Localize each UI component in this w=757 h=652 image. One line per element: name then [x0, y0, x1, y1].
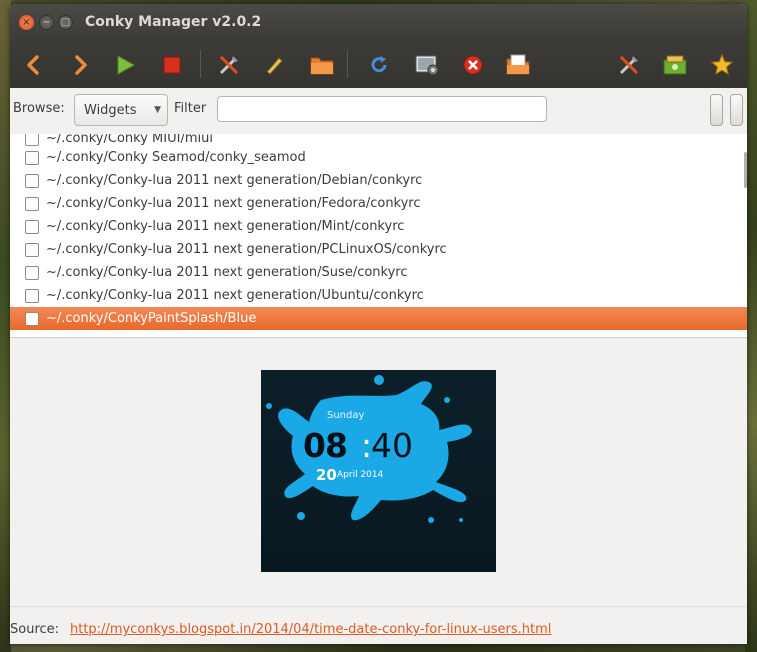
folder-import-icon — [506, 54, 530, 75]
list-item[interactable]: ~/.conky/Conky-lua 2011 next generation/… — [10, 261, 747, 284]
list-item[interactable]: ~/.conky/Conky-lua 2011 next generation/… — [10, 192, 747, 215]
chevron-left-icon — [27, 55, 39, 75]
clock-date: 20 — [316, 466, 337, 484]
maximize-icon: □ — [60, 16, 71, 28]
list-scrollbar[interactable] — [744, 152, 747, 188]
clock-hour: 08 — [303, 426, 348, 465]
list-item-label: ~/.conky/ConkyPaintSplash/Blue — [46, 311, 257, 326]
checkbox[interactable] — [25, 265, 39, 280]
minimize-icon: − — [42, 16, 51, 28]
widget-preview-image: Sunday 08 : 40 20 April 2014 — [261, 370, 496, 572]
source-label: Source: — [10, 622, 60, 637]
open-folder-button[interactable] — [309, 52, 335, 78]
tools-icon — [619, 55, 639, 75]
money-icon — [663, 55, 687, 75]
clock-month-year: April 2014 — [337, 470, 384, 480]
import-button[interactable] — [505, 52, 531, 78]
close-circle-icon — [463, 55, 483, 75]
title-bar[interactable]: × − □ Conky Manager v2.0.2 — [10, 4, 747, 40]
checkbox[interactable] — [25, 242, 39, 257]
clock-minute: 40 — [371, 426, 413, 465]
about-button[interactable] — [709, 52, 735, 78]
filter-label: Filter — [174, 101, 207, 116]
list-item[interactable]: ~/.conky/Conky-lua 2011 next generation/… — [10, 215, 747, 238]
app-window: × − □ Conky Manager v2.0.2 Browse: Widge… — [10, 4, 747, 644]
filter-input[interactable] — [217, 96, 547, 122]
chevron-right-icon — [75, 55, 87, 75]
play-icon — [117, 55, 136, 75]
star-icon — [710, 53, 734, 76]
checkbox[interactable] — [25, 196, 39, 211]
checkbox[interactable] — [25, 150, 39, 165]
list-item-label: ~/.conky/Conky-lua 2011 next generation/… — [46, 288, 424, 303]
window-title: Conky Manager v2.0.2 — [85, 14, 262, 30]
clock-day: Sunday — [327, 410, 365, 421]
start-button[interactable] — [112, 52, 138, 78]
list-item-selected[interactable]: ~/.conky/ConkyPaintSplash/Blue — [10, 307, 747, 330]
list-item[interactable]: ~/.conky/Conky-lua 2011 next generation/… — [10, 238, 747, 261]
source-bar: Source: http://myconkys.blogspot.in/2014… — [10, 606, 747, 644]
generate-preview-button[interactable] — [414, 52, 440, 78]
left-pane-toggle[interactable] — [710, 94, 723, 126]
donate-button[interactable] — [662, 52, 688, 78]
right-pane-toggle[interactable] — [730, 94, 743, 126]
chevron-down-icon: ▼ — [154, 105, 161, 115]
minimize-window-button[interactable]: − — [39, 15, 54, 30]
source-link[interactable]: http://myconkys.blogspot.in/2014/04/time… — [70, 622, 551, 637]
close-window-button[interactable]: × — [19, 15, 34, 30]
pencil-icon — [266, 57, 283, 75]
browse-label: Browse: — [13, 101, 65, 116]
stop-button[interactable] — [159, 52, 185, 78]
checkbox[interactable] — [25, 288, 39, 303]
toolbar-separator — [347, 50, 348, 78]
list-item-label: ~/.conky/Conky-lua 2011 next generation/… — [46, 265, 408, 280]
toolbar-separator — [200, 50, 201, 78]
widget-list: ~/.conky/Conky MIUI/miui ~/.conky/Conky … — [10, 134, 747, 338]
checkbox[interactable] — [25, 134, 39, 146]
refresh-button[interactable] — [366, 52, 392, 78]
refresh-icon — [371, 56, 387, 73]
screen-gear-icon — [415, 55, 439, 76]
list-item-label: ~/.conky/Conky-lua 2011 next generation/… — [46, 173, 423, 188]
browse-dropdown[interactable]: Widgets ▼ — [74, 94, 168, 126]
browse-bar: Browse: Widgets ▼ Filter — [10, 88, 747, 135]
list-item[interactable]: ~/.conky/Conky-lua 2011 next generation/… — [10, 284, 747, 307]
browse-selected-value: Widgets — [84, 102, 137, 118]
preview-area: Sunday 08 : 40 20 April 2014 — [10, 338, 747, 606]
checkbox[interactable] — [25, 173, 39, 188]
list-item-label: ~/.conky/Conky-lua 2011 next generation/… — [46, 242, 447, 257]
list-item[interactable]: ~/.conky/Conky-lua 2011 next generation/… — [10, 169, 747, 192]
stop-icon — [163, 56, 181, 74]
checkbox[interactable] — [25, 311, 39, 326]
checkbox[interactable] — [25, 219, 39, 234]
kill-button[interactable] — [460, 52, 486, 78]
list-item-label: ~/.conky/Conky Seamod/conky_seamod — [46, 150, 306, 165]
list-item-label: ~/.conky/Conky-lua 2011 next generation/… — [46, 196, 421, 211]
list-item-label: ~/.conky/Conky-lua 2011 next generation/… — [46, 219, 405, 234]
list-item[interactable]: ~/.conky/Conky MIUI/miui — [10, 134, 747, 146]
tools-icon — [219, 55, 239, 75]
back-button[interactable] — [20, 52, 46, 78]
list-item-label: ~/.conky/Conky MIUI/miui — [46, 134, 213, 146]
list-item[interactable]: ~/.conky/Conky Seamod/conky_seamod — [10, 146, 747, 169]
maximize-window-button[interactable]: □ — [58, 15, 73, 30]
settings-button[interactable] — [616, 52, 642, 78]
toolbar — [10, 40, 747, 88]
edit-button[interactable] — [216, 52, 242, 78]
forward-button[interactable] — [68, 52, 94, 78]
folder-icon — [310, 57, 334, 75]
close-icon: × — [22, 16, 31, 28]
rename-button[interactable] — [261, 52, 287, 78]
